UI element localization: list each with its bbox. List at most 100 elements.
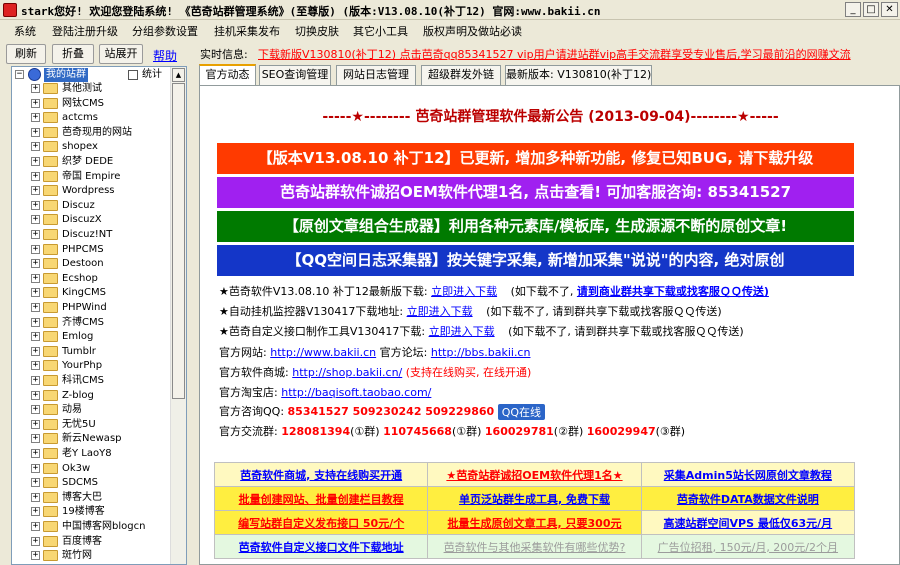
grid-link[interactable]: 芭奇软件商城, 支持在线购买开通 bbox=[240, 469, 402, 482]
tree-item[interactable]: + PHPCMS bbox=[12, 243, 170, 257]
banner-qzone-collector[interactable]: 【QQ空间日志采集器】按关键字采集, 新增加采集"说说"的内容, 绝对原创 bbox=[217, 245, 854, 276]
download-link[interactable]: 立即进入下载 bbox=[407, 305, 473, 318]
tree-item[interactable]: + Ok3w bbox=[12, 462, 170, 476]
expand-node-icon[interactable]: + bbox=[31, 507, 40, 517]
banner-article-generator[interactable]: 【原创文章组合生成器】利用各种元素库/模板库, 生成源源不断的原创文章! bbox=[217, 211, 854, 242]
expand-node-icon[interactable]: + bbox=[31, 186, 40, 196]
collapse-button[interactable]: 折叠 bbox=[52, 44, 94, 64]
tree-item[interactable]: + 博客大巴 bbox=[12, 491, 170, 505]
site-url-link[interactable]: http://www.bakii.cn bbox=[270, 346, 376, 359]
expand-node-icon[interactable]: + bbox=[31, 215, 40, 225]
tree-item[interactable]: + Destoon bbox=[12, 257, 170, 271]
banner-oem-agent[interactable]: 芭奇站群软件诚招OEM软件代理1名, 点击查看! 可加客服咨询: 8534152… bbox=[217, 177, 854, 208]
tree-item[interactable]: + PHPWind bbox=[12, 301, 170, 315]
scroll-up-icon[interactable]: ▲ bbox=[172, 68, 185, 82]
expand-button[interactable]: 站展开 bbox=[99, 44, 143, 64]
expand-node-icon[interactable]: + bbox=[31, 361, 40, 371]
count-checkbox[interactable] bbox=[128, 70, 138, 80]
tree-item[interactable]: + 百度博客 bbox=[12, 535, 170, 549]
menu-copyright[interactable]: 版权声明及做站必读 bbox=[423, 23, 522, 39]
expand-node-icon[interactable]: + bbox=[31, 317, 40, 327]
download-link[interactable]: 立即进入下载 bbox=[431, 285, 497, 298]
grid-link[interactable]: 采集Admin5站长网原创文章教程 bbox=[664, 469, 832, 482]
grid-link[interactable]: ★芭奇站群诚招OEM软件代理1名★ bbox=[446, 469, 622, 482]
expand-node-icon[interactable]: + bbox=[31, 346, 40, 356]
tree-item[interactable]: + Tumblr bbox=[12, 345, 170, 359]
menu-system[interactable]: 系统 bbox=[14, 23, 36, 39]
expand-node-icon[interactable]: + bbox=[31, 405, 40, 415]
expand-node-icon[interactable]: + bbox=[31, 463, 40, 473]
menu-group-settings[interactable]: 分组参数设置 bbox=[132, 23, 198, 39]
expand-node-icon[interactable]: + bbox=[31, 171, 40, 181]
menu-tools[interactable]: 其它小工具 bbox=[353, 23, 408, 39]
refresh-button[interactable]: 刷新 bbox=[6, 44, 46, 64]
tree-item[interactable]: + Discuz bbox=[12, 199, 170, 213]
expand-node-icon[interactable]: + bbox=[31, 259, 40, 269]
maximize-icon[interactable]: □ bbox=[863, 2, 879, 17]
tree-item[interactable]: + 芭奇现用的网站 bbox=[12, 126, 170, 140]
tab-official-news[interactable]: 官方动态 bbox=[199, 64, 256, 86]
expand-node-icon[interactable]: + bbox=[31, 492, 40, 502]
expand-node-icon[interactable]: + bbox=[31, 536, 40, 546]
expand-node-icon[interactable]: + bbox=[31, 200, 40, 210]
tree-item[interactable]: + 帝国 Empire bbox=[12, 170, 170, 184]
expand-node-icon[interactable]: + bbox=[31, 273, 40, 283]
expand-node-icon[interactable]: + bbox=[31, 230, 40, 239]
tree-item[interactable]: + 网钛CMS bbox=[12, 97, 170, 111]
status-news-link[interactable]: 下载新版V130810(补丁12) 点击芭奇qq85341527 vip用户请进… bbox=[258, 46, 851, 62]
download-link[interactable]: 立即进入下载 bbox=[429, 325, 495, 338]
tree-item[interactable]: + shopex bbox=[12, 140, 170, 154]
tree-item[interactable]: + 新云Newasp bbox=[12, 432, 170, 446]
tree-item[interactable]: + SDCMS bbox=[12, 476, 170, 490]
collapse-node-icon[interactable]: − bbox=[15, 70, 24, 79]
banner-version-update[interactable]: 【版本V13.08.10 补丁12】已更新, 增加多种新功能, 修复已知BUG,… bbox=[217, 143, 854, 174]
tree-item[interactable]: + actcms bbox=[12, 111, 170, 125]
expand-node-icon[interactable]: + bbox=[31, 332, 40, 342]
grid-link[interactable]: 芭奇软件自定义接口文件下载地址 bbox=[239, 541, 404, 554]
tree-item[interactable]: + DiscuzX bbox=[12, 213, 170, 227]
grid-link[interactable]: 高速站群空间VPS 最低仅63元/月 bbox=[664, 517, 833, 530]
close-icon[interactable]: ✕ bbox=[881, 2, 898, 17]
tree-item[interactable]: + 老Y LaoY8 bbox=[12, 447, 170, 461]
menu-login-register[interactable]: 登陆注册升级 bbox=[52, 23, 118, 39]
grid-link[interactable]: 批量创建网站、批量创建栏目教程 bbox=[239, 493, 404, 506]
tree-item[interactable]: + 其他测试 bbox=[12, 82, 170, 96]
taobao-url-link[interactable]: http://baqisoft.taobao.com/ bbox=[281, 386, 431, 399]
tree-item[interactable]: +19楼博客 bbox=[12, 505, 170, 519]
expand-node-icon[interactable]: + bbox=[31, 127, 40, 137]
tree-item[interactable]: + 动易 bbox=[12, 403, 170, 417]
expand-node-icon[interactable]: + bbox=[31, 98, 40, 108]
expand-node-icon[interactable]: + bbox=[31, 142, 40, 152]
site-tree[interactable]: − 我的站群 统计 + 其他测试 + 网钛CMS + actcms + 芭奇现用的网站 + sho… bbox=[11, 66, 187, 565]
expand-node-icon[interactable]: + bbox=[31, 157, 40, 166]
tab-latest-version[interactable]: 最新版本: V130810(补丁12) bbox=[505, 65, 652, 85]
expand-node-icon[interactable]: + bbox=[31, 522, 40, 531]
expand-node-icon[interactable]: + bbox=[31, 84, 40, 93]
tree-item[interactable]: + Discuz!NT bbox=[12, 228, 170, 242]
tree-scrollbar[interactable]: ▲ bbox=[170, 67, 186, 564]
expand-node-icon[interactable]: + bbox=[31, 303, 40, 312]
tab-seo[interactable]: SEO查询管理 bbox=[259, 65, 331, 85]
tree-item[interactable]: + Z-blog bbox=[12, 389, 170, 403]
shop-url-link[interactable]: http://shop.bakii.cn/ bbox=[292, 366, 402, 379]
tree-item[interactable]: + 斑竹网 bbox=[12, 549, 170, 563]
tree-item[interactable]: + 无忧5U bbox=[12, 418, 170, 432]
grid-link[interactable]: 单页泛站群生成工具, 免费下载 bbox=[459, 493, 610, 506]
grid-link[interactable]: 广告位招租, 150元/月, 200元/2个月 bbox=[658, 541, 838, 554]
tree-item[interactable]: + YourPhp bbox=[12, 359, 170, 373]
expand-node-icon[interactable]: + bbox=[31, 419, 40, 429]
tree-item[interactable]: + KingCMS bbox=[12, 286, 170, 300]
expand-node-icon[interactable]: + bbox=[31, 244, 40, 254]
expand-node-icon[interactable]: + bbox=[31, 390, 40, 400]
tree-item[interactable]: + Ecshop bbox=[12, 272, 170, 286]
tab-mass-links[interactable]: 超级群发外链 bbox=[421, 65, 501, 85]
tab-site-log[interactable]: 网站日志管理 bbox=[336, 65, 416, 85]
tree-item[interactable]: + Wordpress bbox=[12, 184, 170, 198]
help-link[interactable]: 帮助 bbox=[153, 47, 177, 64]
tree-item[interactable]: + 织梦 DEDE bbox=[12, 155, 170, 169]
grid-link[interactable]: 批量生成原创文章工具, 只要300元 bbox=[448, 517, 622, 530]
minimize-icon[interactable]: _ bbox=[845, 2, 861, 17]
grid-link[interactable]: 芭奇软件与其他采集软件有哪些优势? bbox=[444, 541, 626, 554]
tree-item[interactable]: + 中国博客网blogcn bbox=[12, 520, 170, 534]
grid-link[interactable]: 芭奇软件DATA数据文件说明 bbox=[677, 493, 819, 506]
